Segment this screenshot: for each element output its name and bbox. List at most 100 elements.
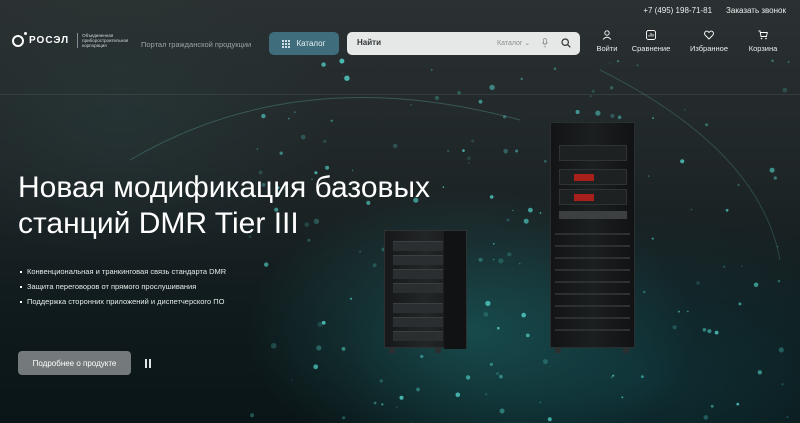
feature-item: Защита переговоров от прямого прослушива… xyxy=(20,279,226,294)
favorites-action[interactable]: Избранное xyxy=(680,30,738,53)
particle-dot xyxy=(485,393,488,396)
header-actions: Войти Сравнение Избранное Корзина xyxy=(592,30,788,53)
particle-dot xyxy=(313,364,319,370)
particle-dot xyxy=(350,297,353,300)
particle-dot xyxy=(250,413,255,418)
search-icon[interactable] xyxy=(561,38,571,48)
particle-dot xyxy=(617,115,622,120)
search-input[interactable]: Найти xyxy=(357,38,381,47)
logo-subtitle: Объединенная приборостроительная корпора… xyxy=(77,33,128,48)
particle-dot xyxy=(467,156,471,161)
particle-dot xyxy=(300,134,306,140)
particle-dot xyxy=(703,415,709,420)
particle-dot xyxy=(707,329,712,334)
search-category-select[interactable]: Каталог ⌄ xyxy=(497,39,530,47)
pause-icon[interactable] xyxy=(145,359,153,368)
particle-dot xyxy=(683,108,686,111)
particle-dot xyxy=(520,77,523,81)
particle-dot xyxy=(680,159,685,164)
logo-text: РОСЭЛ xyxy=(29,35,70,46)
particle-dot xyxy=(690,208,693,211)
particle-dot xyxy=(399,395,404,400)
site-header: РОСЭЛ Объединенная приборостроительная к… xyxy=(0,26,800,64)
particle-dot xyxy=(381,403,384,406)
particle-dot xyxy=(515,149,519,153)
catalog-button[interactable]: Каталог xyxy=(269,32,339,55)
particle-dot xyxy=(778,347,784,353)
particle-dot xyxy=(342,72,344,75)
particle-dot xyxy=(651,237,654,240)
particle-dot xyxy=(575,109,580,115)
particle-dot xyxy=(710,404,714,408)
login-action[interactable]: Войти xyxy=(592,30,622,53)
particle-dot xyxy=(316,345,322,351)
particle-dot xyxy=(499,374,503,379)
particle-dot xyxy=(714,330,719,335)
particle-dot xyxy=(341,347,346,351)
particle-dot xyxy=(786,415,789,419)
phone-link[interactable]: +7 (495) 198-71-81 xyxy=(643,6,712,18)
particle-dot xyxy=(468,162,470,164)
particle-dot xyxy=(465,375,471,380)
particle-dot xyxy=(687,310,689,313)
cart-label: Корзина xyxy=(748,44,778,53)
particle-dot xyxy=(462,149,465,152)
particle-dot xyxy=(294,111,296,114)
particle-dot xyxy=(503,148,509,154)
particle-dot xyxy=(648,175,650,177)
particle-dot xyxy=(499,408,505,414)
particle-dot xyxy=(483,312,489,317)
particle-dot xyxy=(434,95,440,101)
particle-dot xyxy=(636,64,639,67)
particle-dot xyxy=(478,99,483,104)
particle-dot xyxy=(591,89,595,93)
particle-dot xyxy=(696,281,700,285)
particle-dot xyxy=(478,257,483,262)
particle-dot xyxy=(773,176,777,180)
particle-dot xyxy=(471,139,475,143)
particle-dot xyxy=(485,300,491,307)
particle-dot xyxy=(493,243,495,245)
cart-icon xyxy=(758,30,768,40)
particle-dot xyxy=(590,95,592,97)
particle-dot xyxy=(493,258,495,261)
particle-dot xyxy=(643,290,646,294)
particle-dot xyxy=(610,376,613,379)
hero-title-line-1: Новая модификация базовых xyxy=(18,171,431,204)
portal-label: Портал гражданской продукции xyxy=(141,40,252,49)
particle-dot xyxy=(672,325,677,330)
particle-dot xyxy=(489,84,495,91)
compare-action[interactable]: Сравнение xyxy=(622,30,680,53)
hero-title-line-2: станций DMR Tier III xyxy=(18,207,299,240)
catalog-button-label: Каталог xyxy=(296,39,326,48)
particle-dot xyxy=(737,183,740,187)
particle-dot xyxy=(396,406,398,408)
rack-small-image xyxy=(384,230,467,353)
particle-dot xyxy=(542,359,548,365)
particle-dot xyxy=(553,67,557,70)
logo[interactable]: РОСЭЛ Объединенная приборостроительная к… xyxy=(12,31,128,48)
particle-dot xyxy=(330,119,333,123)
particle-dot xyxy=(521,312,526,318)
particle-dot xyxy=(498,258,504,264)
particle-dot xyxy=(543,159,547,163)
top-contact-bar: +7 (495) 198-71-81 Заказать звонок xyxy=(643,6,786,18)
particle-dot xyxy=(539,401,542,404)
product-details-button[interactable]: Подробнее о продукте xyxy=(18,351,131,375)
particle-dot xyxy=(738,302,742,306)
microphone-icon[interactable] xyxy=(542,38,548,48)
particle-dot xyxy=(321,320,326,325)
search-bar[interactable]: Найти Каталог ⌄ xyxy=(347,32,580,55)
particle-dot xyxy=(609,86,614,90)
callback-link[interactable]: Заказать звонок xyxy=(726,6,786,18)
particle-dot xyxy=(781,383,784,386)
particle-dot xyxy=(518,262,521,265)
particle-dot xyxy=(323,139,327,143)
particle-dot xyxy=(344,75,350,81)
cart-action[interactable]: Корзина xyxy=(738,30,788,53)
particle-dot xyxy=(288,117,290,120)
hero-features-list: Конвенциональная и транкинговая связь ст… xyxy=(20,264,226,309)
particle-dot xyxy=(782,87,788,93)
particle-dot xyxy=(431,69,433,71)
rack-large-image xyxy=(550,122,635,353)
